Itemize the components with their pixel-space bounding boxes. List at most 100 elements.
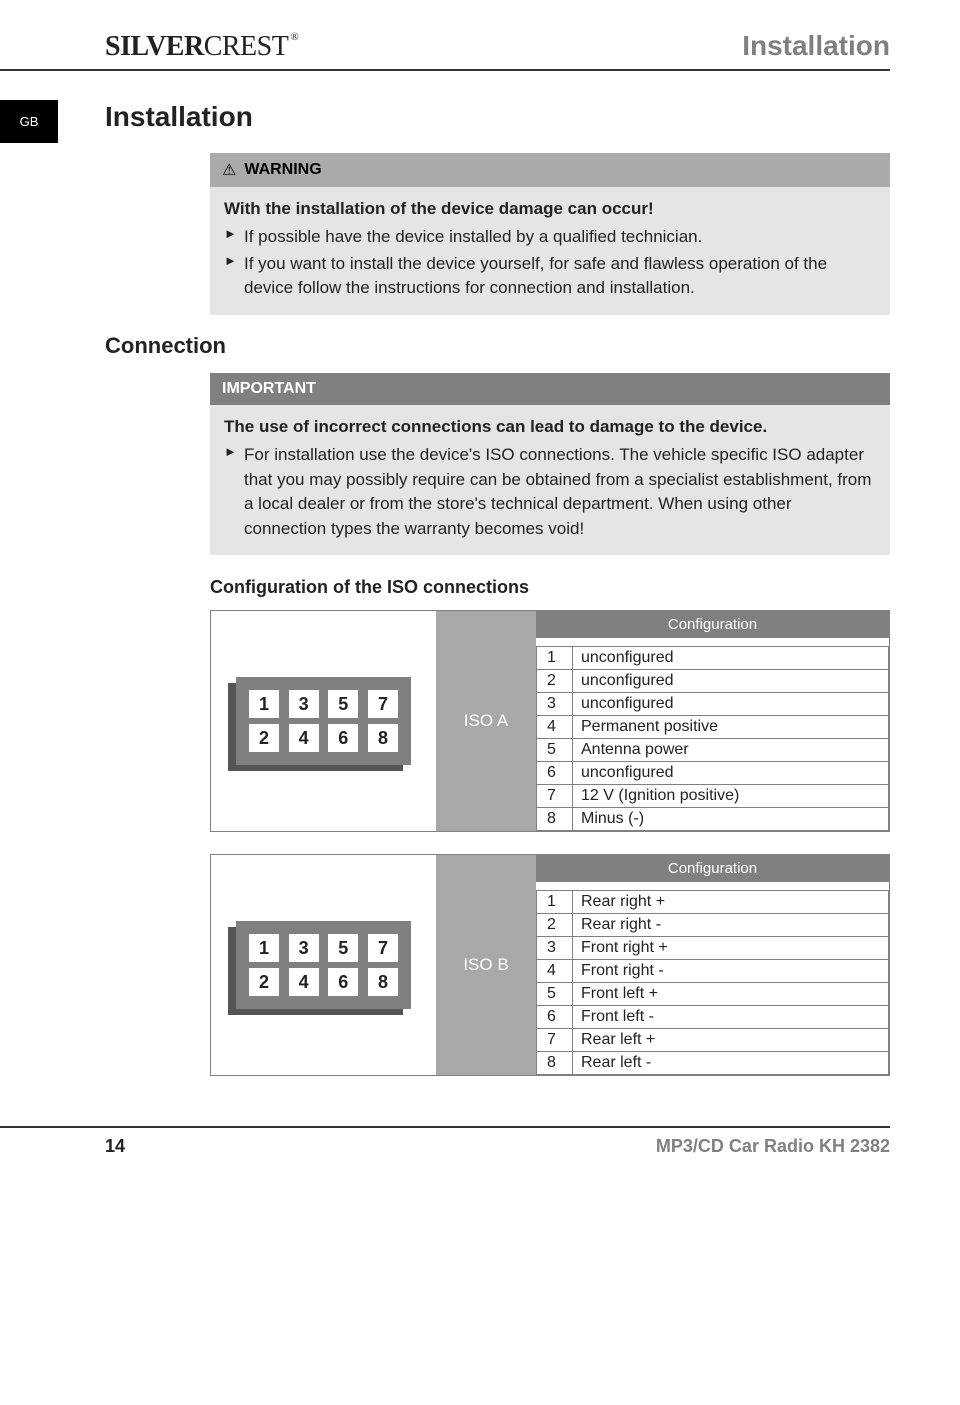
- bullet-text: For installation use the device's ISO co…: [244, 443, 876, 542]
- pin-number: 3: [537, 693, 573, 716]
- iso-b-label: ISO B: [436, 855, 536, 1075]
- connection-heading: Connection: [105, 333, 890, 359]
- table-row: 1Rear right +: [537, 891, 889, 914]
- table-row: 5Antenna power: [537, 739, 889, 762]
- pin-label: 4: [289, 968, 319, 996]
- pin-config: unconfigured: [573, 670, 889, 693]
- iso-b-block: 1 3 5 7 2 4 6 8 ISO B Configuration: [210, 854, 890, 1076]
- pin-config: Permanent positive: [573, 716, 889, 739]
- pin-label: 4: [289, 724, 319, 752]
- bullet-text: If you want to install the device yourse…: [244, 252, 876, 301]
- pin-config: Front left -: [573, 1006, 889, 1029]
- bullet-text: If possible have the device installed by…: [244, 225, 702, 250]
- bullet-icon: ►: [224, 443, 244, 542]
- pin-label: 1: [249, 690, 279, 718]
- pin-config: Rear left +: [573, 1029, 889, 1052]
- iso-b-table: 1Rear right + 2Rear right - 3Front right…: [536, 890, 889, 1075]
- pin-config: Rear right +: [573, 891, 889, 914]
- pin-config: 12 V (Ignition positive): [573, 785, 889, 808]
- bullet-icon: ►: [224, 225, 244, 250]
- table-row: 2unconfigured: [537, 670, 889, 693]
- table-row: 6Front left -: [537, 1006, 889, 1029]
- pin-config: unconfigured: [573, 647, 889, 670]
- pin-number: 3: [537, 937, 573, 960]
- important-callout: IMPORTANT The use of incorrect connectio…: [210, 373, 890, 556]
- pin-number: 8: [537, 1052, 573, 1075]
- table-row: 3Front right +: [537, 937, 889, 960]
- iso-a-table-wrap: Configuration 1unconfigured 2unconfigure…: [536, 611, 889, 831]
- brand-part-b: CREST: [204, 31, 289, 63]
- pin-label: 5: [328, 690, 358, 718]
- table-row: 7Rear left +: [537, 1029, 889, 1052]
- important-bullet: ►For installation use the device's ISO c…: [224, 443, 876, 542]
- pin-number: 4: [537, 960, 573, 983]
- table-row: 2Rear right -: [537, 914, 889, 937]
- pin-number: 1: [537, 647, 573, 670]
- page-number: 14: [105, 1136, 125, 1157]
- pin-number: 7: [537, 785, 573, 808]
- warning-body: With the installation of the device dama…: [210, 187, 890, 315]
- connector: 1 3 5 7 2 4 6 8: [236, 677, 411, 765]
- pin-config: Front left +: [573, 983, 889, 1006]
- pin-number: 8: [537, 808, 573, 831]
- pin-config: Rear left -: [573, 1052, 889, 1075]
- warning-bullet: ►If you want to install the device yours…: [224, 252, 876, 301]
- table-row: 4Permanent positive: [537, 716, 889, 739]
- pin-number: 1: [537, 891, 573, 914]
- warning-icon: ⚠: [222, 160, 236, 180]
- important-banner: IMPORTANT: [210, 373, 890, 405]
- iso-b-table-wrap: Configuration 1Rear right + 2Rear right …: [536, 855, 889, 1075]
- pin-label: 1: [249, 934, 279, 962]
- pin-label: 7: [368, 690, 398, 718]
- pin-label: 8: [368, 724, 398, 752]
- pin-number: 6: [537, 1006, 573, 1029]
- pin-label: 6: [328, 724, 358, 752]
- brand-logo: SILVERCREST®: [105, 31, 298, 63]
- warning-callout: ⚠ WARNING With the installation of the d…: [210, 153, 890, 315]
- pin-number: 6: [537, 762, 573, 785]
- table-row: 4Front right -: [537, 960, 889, 983]
- iso-config-heading: Configuration of the ISO connections: [210, 577, 890, 598]
- table-row: 8Minus (-): [537, 808, 889, 831]
- pin-config: unconfigured: [573, 762, 889, 785]
- pin-config: unconfigured: [573, 693, 889, 716]
- pin-number: 7: [537, 1029, 573, 1052]
- pin-number: 5: [537, 983, 573, 1006]
- header-section-title: Installation: [742, 30, 890, 62]
- page-footer: 14 MP3/CD Car Radio KH 2382: [0, 1126, 890, 1157]
- pin-label: 3: [289, 934, 319, 962]
- important-body: The use of incorrect connections can lea…: [210, 405, 890, 556]
- connector: 1 3 5 7 2 4 6 8: [236, 921, 411, 1009]
- pin-label: 3: [289, 690, 319, 718]
- pin-config: Minus (-): [573, 808, 889, 831]
- table-row: 3unconfigured: [537, 693, 889, 716]
- pin-label: 7: [368, 934, 398, 962]
- bullet-icon: ►: [224, 252, 244, 301]
- table-row: 6unconfigured: [537, 762, 889, 785]
- iso-a-label: ISO A: [436, 611, 536, 831]
- iso-a-block: 1 3 5 7 2 4 6 8 ISO A Configuration: [210, 610, 890, 832]
- warning-lead: With the installation of the device dama…: [224, 199, 876, 219]
- warning-banner: ⚠ WARNING: [210, 153, 890, 187]
- iso-a-connector-diagram: 1 3 5 7 2 4 6 8: [211, 611, 436, 831]
- warning-bullet: ►If possible have the device installed b…: [224, 225, 876, 250]
- pin-label: 8: [368, 968, 398, 996]
- pin-config: Front right +: [573, 937, 889, 960]
- pin-number: 4: [537, 716, 573, 739]
- table-row: 1unconfigured: [537, 647, 889, 670]
- pin-label: 2: [249, 968, 279, 996]
- language-tab: GB: [0, 100, 58, 143]
- page-header: SILVERCREST® Installation: [0, 30, 890, 71]
- warning-label: WARNING: [244, 161, 321, 179]
- iso-b-connector-diagram: 1 3 5 7 2 4 6 8: [211, 855, 436, 1075]
- product-name: MP3/CD Car Radio KH 2382: [656, 1136, 890, 1157]
- page-title: Installation: [105, 101, 890, 133]
- iso-b-table-header: Configuration: [536, 855, 889, 890]
- table-row: 8Rear left -: [537, 1052, 889, 1075]
- pin-label: 5: [328, 934, 358, 962]
- brand-part-a: SILVER: [105, 31, 204, 63]
- brand-reg: ®: [290, 31, 298, 43]
- table-row: 712 V (Ignition positive): [537, 785, 889, 808]
- pin-label: 6: [328, 968, 358, 996]
- iso-a-table-header: Configuration: [536, 611, 889, 646]
